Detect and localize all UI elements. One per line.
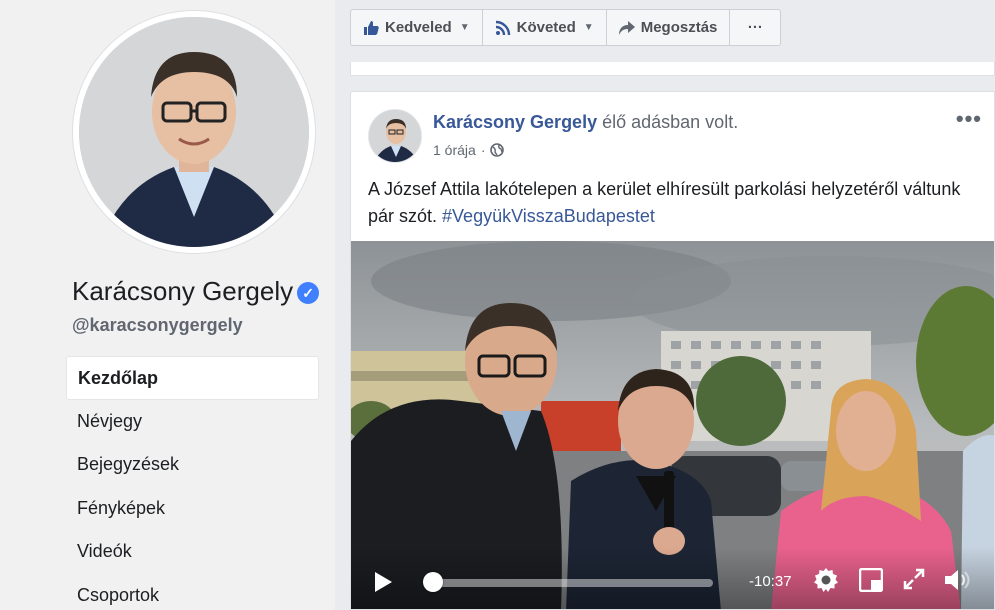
post-timestamp[interactable]: 1 órája — [433, 142, 476, 158]
caret-down-icon: ▼ — [459, 22, 470, 33]
settings-button[interactable] — [813, 567, 839, 598]
follow-button[interactable]: Követed ▼ — [483, 10, 607, 45]
post-action-text: élő adásban volt. — [597, 112, 739, 132]
post-meta: 1 órája · — [433, 142, 505, 158]
nav-item-about[interactable]: Névjegy — [66, 400, 319, 444]
nav-item-groups[interactable]: Csoportok — [66, 574, 319, 610]
page-name-text: Karácsony Gergely — [72, 276, 294, 306]
pip-button[interactable] — [858, 567, 884, 597]
like-button[interactable]: Kedveled ▼ — [351, 10, 483, 45]
more-dots-icon: ··· — [747, 19, 763, 36]
left-column: Karácsony Gergely ✓ @karacsonygergely Kez… — [0, 0, 335, 610]
video-player[interactable]: -10:37 — [351, 241, 994, 609]
post-options-button[interactable]: ••• — [956, 106, 982, 132]
video-scrubber-handle[interactable] — [423, 572, 443, 592]
post-author-link[interactable]: Karácsony Gergely — [433, 112, 597, 132]
video-progress-bar[interactable] — [431, 579, 713, 587]
play-button[interactable] — [373, 571, 393, 598]
video-time-remaining: -10:37 — [749, 573, 792, 590]
share-label: Megosztás — [640, 19, 718, 36]
page-title: Karácsony Gergely ✓ — [72, 276, 320, 307]
gear-icon — [814, 568, 838, 592]
globe-public-icon — [490, 143, 505, 157]
share-arrow-icon — [618, 20, 635, 35]
nav-item-posts[interactable]: Bejegyzések — [66, 443, 319, 487]
rss-follow-icon — [495, 20, 510, 35]
profile-photo — [79, 17, 309, 247]
like-label: Kedveled — [385, 19, 452, 36]
caret-down-icon: ▼ — [583, 22, 594, 33]
more-options-button[interactable]: ··· — [730, 10, 780, 45]
post-card: Karácsony Gergely élő adásban volt. 1 ór… — [350, 91, 995, 610]
play-icon — [375, 572, 392, 592]
nav-item-home[interactable]: Kezdőlap — [66, 356, 319, 400]
verified-check-icon: ✓ — [297, 282, 320, 304]
nav-item-photos[interactable]: Fényképek — [66, 487, 319, 531]
share-button[interactable]: Megosztás — [607, 10, 731, 45]
post-author-avatar[interactable] — [368, 109, 422, 163]
fullscreen-button[interactable] — [903, 568, 925, 595]
page-handle[interactable]: @karacsonygergely — [72, 315, 243, 336]
follow-label: Követed — [516, 19, 576, 36]
thumbs-up-icon — [364, 20, 379, 35]
post-header: Karácsony Gergely élő adásban volt. — [433, 112, 738, 133]
post-text: A József Attila lakótelepen a kerület el… — [368, 176, 978, 230]
page-nav: Kezdőlap Névjegy Bejegyzések Fényképek V… — [66, 356, 319, 610]
video-controls: -10:37 — [351, 547, 994, 609]
card-edge — [350, 62, 995, 76]
fullscreen-icon — [903, 568, 925, 590]
picture-in-picture-icon — [858, 567, 884, 593]
hashtag-link[interactable]: #VegyükVisszaBudapestet — [442, 206, 655, 226]
volume-button[interactable] — [943, 567, 975, 598]
profile-picture[interactable] — [72, 10, 316, 254]
meta-separator: · — [480, 142, 486, 158]
page-action-bar: Kedveled ▼ Követed ▼ Megosztás ··· — [350, 9, 782, 46]
muted-volume-icon — [945, 570, 970, 590]
nav-item-videos[interactable]: Videók — [66, 530, 319, 574]
